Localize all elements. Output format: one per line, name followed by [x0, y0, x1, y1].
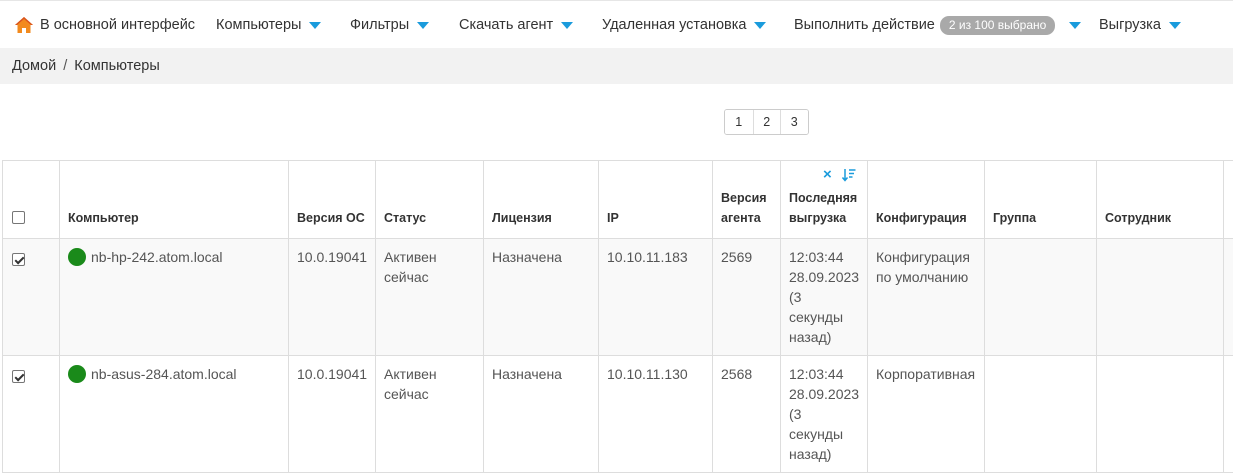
nav-perform-action-label: Выполнить действие: [794, 17, 935, 33]
column-header-status[interactable]: Статус: [375, 160, 484, 239]
nav-download-agent-menu[interactable]: Скачать агент: [459, 1, 574, 49]
caret-down-icon: [754, 22, 767, 29]
nav-computers-menu[interactable]: Компьютеры: [216, 1, 322, 49]
nav-remote-install-menu[interactable]: Удаленная установка: [602, 1, 767, 49]
computer-name-cell[interactable]: nb-asus-284.atom.local: [59, 355, 289, 473]
sort-tools: ×: [823, 166, 859, 184]
computer-name: nb-hp-242.atom.local: [91, 249, 223, 265]
overflow-cell: [1223, 355, 1233, 473]
top-navigation: В основной интерфейс Компьютеры Фильтры …: [0, 0, 1233, 48]
employee-cell: [1096, 238, 1224, 356]
nav-remote-install-label: Удаленная установка: [602, 17, 747, 33]
last-export-cell: 12:03:44 28.09.2023 (3 секунды назад): [780, 355, 868, 473]
group-cell: [984, 238, 1097, 356]
ip-cell: 10.10.11.130: [598, 355, 713, 473]
breadcrumb-home-link[interactable]: Домой: [12, 58, 56, 74]
select-all-cell: [2, 160, 60, 239]
nav-home-label: В основной интерфейс: [40, 17, 196, 33]
group-cell: [984, 355, 1097, 473]
breadcrumb-bar: Домой / Компьютеры: [0, 48, 1233, 84]
nav-filters-menu[interactable]: Фильтры: [350, 1, 430, 49]
row-select-cell: [2, 238, 60, 356]
select-all-checkbox[interactable]: [12, 211, 25, 224]
column-header-configuration[interactable]: Конфигурация: [867, 160, 985, 239]
column-header-last-export-cell[interactable]: × Последняя выгрузка: [780, 160, 868, 239]
configuration-cell: Корпоративная: [867, 355, 985, 473]
last-export-cell: 12:03:44 28.09.2023 (3 секунды назад): [780, 238, 868, 356]
column-header-os-version[interactable]: Версия ОС: [288, 160, 376, 239]
nav-home-link[interactable]: В основной интерфейс: [14, 1, 195, 49]
nav-filters-label: Фильтры: [350, 17, 410, 33]
nav-perform-action-menu[interactable]: Выполнить действие 2 из 100 выбрано: [794, 1, 1082, 49]
column-header-computer[interactable]: Компьютер: [59, 160, 289, 239]
pagination: 1 2 3: [724, 109, 809, 135]
column-header-license[interactable]: Лицензия: [483, 160, 599, 239]
page-1-button[interactable]: 1: [725, 110, 753, 134]
selected-count-badge: 2 из 100 выбрано: [939, 15, 1056, 35]
clear-sort-icon[interactable]: ×: [823, 167, 832, 182]
column-header-overflow: [1223, 160, 1233, 239]
caret-down-icon: [1069, 22, 1082, 29]
column-header-group[interactable]: Группа: [984, 160, 1097, 239]
nav-download-agent-label: Скачать агент: [459, 17, 554, 33]
row-checkbox[interactable]: [12, 253, 25, 266]
home-icon: [15, 17, 33, 33]
status-cell: Активен сейчас: [375, 238, 484, 356]
column-header-employee[interactable]: Сотрудник: [1096, 160, 1224, 239]
online-status-icon: [68, 248, 86, 266]
license-cell: Назначена: [483, 238, 599, 356]
caret-down-icon: [309, 22, 322, 29]
online-status-icon: [68, 365, 86, 383]
os-version-cell: 10.0.19041: [288, 355, 376, 473]
nav-computers-label: Компьютеры: [216, 17, 302, 33]
ip-cell: 10.10.11.183: [598, 238, 713, 356]
column-header-agent-version[interactable]: Версия агента: [712, 160, 781, 239]
table-header-row: Компьютер Версия ОС Статус Лицензия IP В…: [2, 160, 1233, 239]
page-2-button[interactable]: 2: [752, 110, 780, 134]
row-checkbox[interactable]: [12, 370, 25, 383]
breadcrumb: Домой / Компьютеры: [12, 58, 160, 74]
breadcrumb-separator: /: [63, 58, 68, 74]
nav-export-label: Выгрузка: [1099, 17, 1161, 33]
computers-table: Компьютер Версия ОС Статус Лицензия IP В…: [2, 160, 1233, 473]
caret-down-icon: [1168, 22, 1181, 29]
column-header-ip[interactable]: IP: [598, 160, 713, 239]
caret-down-icon: [561, 22, 574, 29]
breadcrumb-current: Компьютеры: [74, 58, 160, 74]
status-cell: Активен сейчас: [375, 355, 484, 473]
configuration-cell: Конфигурация по умолчанию: [867, 238, 985, 356]
computer-name: nb-asus-284.atom.local: [91, 366, 237, 382]
page-3-button[interactable]: 3: [780, 110, 808, 134]
nav-export-menu[interactable]: Выгрузка: [1099, 1, 1181, 49]
overflow-cell: [1223, 238, 1233, 356]
sort-desc-icon[interactable]: [841, 168, 856, 182]
agent-version-cell: 2568: [712, 355, 781, 473]
table-row[interactable]: nb-asus-284.atom.local 10.0.19041 Активе…: [2, 355, 1233, 473]
agent-version-cell: 2569: [712, 238, 781, 356]
column-header-last-export: Последняя выгрузка: [789, 191, 858, 225]
employee-cell: [1096, 355, 1224, 473]
license-cell: Назначена: [483, 355, 599, 473]
row-select-cell: [2, 355, 60, 473]
computer-name-cell[interactable]: nb-hp-242.atom.local: [59, 238, 289, 356]
caret-down-icon: [417, 22, 430, 29]
table-row[interactable]: nb-hp-242.atom.local 10.0.19041 Активен …: [2, 238, 1233, 356]
os-version-cell: 10.0.19041: [288, 238, 376, 356]
